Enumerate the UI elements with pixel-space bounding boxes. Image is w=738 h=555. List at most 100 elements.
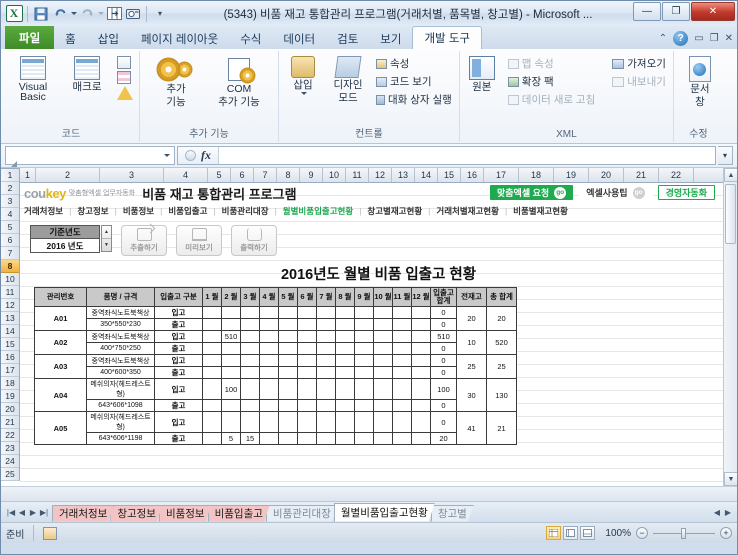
- column-header-19[interactable]: 19: [554, 168, 589, 182]
- vertical-scroll-thumb[interactable]: [725, 184, 736, 244]
- management-automation-button[interactable]: 경영자동화: [657, 185, 715, 200]
- column-header-11[interactable]: 11: [346, 168, 369, 182]
- record-macro-status-icon[interactable]: [43, 526, 58, 540]
- zoom-slider-knob[interactable]: [681, 527, 686, 539]
- row-header-5[interactable]: 5: [1, 221, 19, 234]
- nav-link-4[interactable]: 비품관리대장: [222, 205, 269, 217]
- column-header-3[interactable]: 3: [100, 168, 164, 182]
- view-code-button[interactable]: 코드 보기: [373, 73, 455, 90]
- row-header-2[interactable]: 2: [1, 182, 19, 195]
- row-header-16[interactable]: 16: [1, 351, 19, 364]
- row-header-24[interactable]: 24: [1, 455, 19, 468]
- row-header-7[interactable]: 7: [1, 247, 19, 260]
- base-year-selector[interactable]: 기준년도 2016 년도: [30, 225, 100, 253]
- cancel-formula-icon[interactable]: [185, 150, 196, 161]
- row-header-18[interactable]: 18: [1, 377, 19, 390]
- prev-sheet-icon[interactable]: ◀: [17, 508, 27, 517]
- nav-link-1[interactable]: 창고정보: [77, 205, 108, 217]
- tab-view[interactable]: 보기: [369, 28, 412, 49]
- tab-review[interactable]: 검토: [326, 28, 369, 49]
- sheet-tab-0[interactable]: 거래처정보: [52, 505, 114, 522]
- map-properties-button[interactable]: 맵 속성: [505, 55, 598, 72]
- com-add-ins-button[interactable]: COM 추가 기능: [210, 54, 268, 110]
- sheet-tab-2[interactable]: 비품정보: [159, 505, 212, 522]
- column-header-5[interactable]: 5: [208, 168, 231, 182]
- undo-icon[interactable]: [51, 5, 69, 23]
- row-header-25[interactable]: 25: [1, 468, 19, 481]
- column-header-14[interactable]: 14: [415, 168, 438, 182]
- document-panel-button[interactable]: 문서 창: [681, 54, 719, 110]
- expansion-packs-button[interactable]: 확장 팩: [505, 73, 598, 90]
- record-macro-icon[interactable]: [117, 56, 131, 69]
- last-sheet-icon[interactable]: ▶|: [39, 508, 49, 517]
- extract-button[interactable]: 추출하기: [121, 223, 167, 256]
- column-header-1[interactable]: 1: [20, 168, 36, 182]
- tab-file[interactable]: 파일: [5, 26, 55, 49]
- insert-control-button[interactable]: 삽입: [283, 54, 323, 97]
- column-header-16[interactable]: 16: [461, 168, 484, 182]
- nav-link-3[interactable]: 비품입출고: [168, 205, 207, 217]
- zoom-in-button[interactable]: +: [720, 527, 732, 539]
- row-header-19[interactable]: 19: [1, 390, 19, 403]
- page-break-preview-icon[interactable]: [580, 526, 596, 540]
- column-header-2[interactable]: 2: [36, 168, 100, 182]
- tab-scroll-right-icon[interactable]: ▶: [723, 508, 733, 517]
- column-header-12[interactable]: 12: [369, 168, 392, 182]
- zoom-slider[interactable]: [653, 527, 715, 539]
- redo-icon[interactable]: [78, 5, 96, 23]
- sheet-tab-4[interactable]: 비품관리대장: [266, 505, 338, 522]
- tab-page-layout[interactable]: 페이지 레이아웃: [130, 28, 229, 49]
- row-header-14[interactable]: 14: [1, 325, 19, 338]
- tab-home[interactable]: 홈: [54, 28, 87, 49]
- properties-button[interactable]: 속성: [373, 55, 455, 72]
- spinner-down-icon[interactable]: ▼: [102, 239, 111, 251]
- maximize-button[interactable]: ❐: [662, 2, 690, 21]
- save-icon[interactable]: [32, 5, 50, 23]
- relative-reference-icon[interactable]: [117, 71, 131, 84]
- export-button[interactable]: 내보내기: [609, 73, 669, 90]
- row-header-23[interactable]: 23: [1, 442, 19, 455]
- insert-function-icon[interactable]: fx: [201, 148, 211, 163]
- add-ins-button[interactable]: 추가 기능: [150, 54, 202, 110]
- column-header-21[interactable]: 21: [624, 168, 659, 182]
- zoom-control[interactable]: 100% − +: [605, 527, 732, 539]
- insert-dropdown-icon[interactable]: [300, 92, 307, 95]
- column-header-9[interactable]: 9: [300, 168, 323, 182]
- window-restore-icon[interactable]: ❐: [710, 33, 719, 44]
- close-button[interactable]: ✕: [691, 2, 735, 21]
- expand-formula-bar-icon[interactable]: ▾: [718, 146, 733, 165]
- xml-source-button[interactable]: 원본: [464, 54, 500, 95]
- row-header-8[interactable]: 8: [1, 260, 19, 273]
- nav-link-8[interactable]: 비품별재고현황: [513, 205, 568, 217]
- nav-link-7[interactable]: 거래처별재고현황: [436, 205, 499, 217]
- column-header-8[interactable]: 8: [277, 168, 300, 182]
- redo-dropdown-icon[interactable]: [98, 12, 104, 15]
- help-icon[interactable]: ?: [673, 31, 689, 46]
- minimize-button[interactable]: —: [633, 2, 661, 21]
- scroll-down-button[interactable]: ▼: [724, 472, 737, 486]
- row-header-17[interactable]: 17: [1, 364, 19, 377]
- restore-down-icon[interactable]: ▭: [694, 33, 703, 44]
- normal-view-icon[interactable]: [546, 526, 562, 540]
- base-year-value[interactable]: 2016 년도: [31, 239, 99, 252]
- excel-tips-button[interactable]: 엑셀사용팁 go: [578, 185, 653, 200]
- preview-button[interactable]: 미리보기: [176, 225, 222, 256]
- year-spinner[interactable]: ▲ ▼: [101, 225, 112, 252]
- sheet-tab-6[interactable]: 창고별: [431, 505, 474, 522]
- name-box[interactable]: [5, 146, 175, 165]
- first-sheet-icon[interactable]: |◀: [6, 508, 16, 517]
- row-header-15[interactable]: 15: [1, 338, 19, 351]
- design-mode-button[interactable]: 디자인 모드: [327, 54, 369, 106]
- sheet-tab-5[interactable]: 월별비품입출고현황: [334, 503, 435, 522]
- row-header-13[interactable]: 13: [1, 312, 19, 325]
- row-header-10[interactable]: 10: [1, 273, 19, 286]
- column-header-6[interactable]: 6: [231, 168, 254, 182]
- row-header-21[interactable]: 21: [1, 416, 19, 429]
- column-header-7[interactable]: 7: [254, 168, 277, 182]
- qat-more-icon[interactable]: ▾: [151, 5, 169, 23]
- row-header-20[interactable]: 20: [1, 403, 19, 416]
- nav-link-0[interactable]: 거래처정보: [24, 205, 63, 217]
- formula-input-wrap[interactable]: fx: [177, 146, 716, 165]
- vertical-scrollbar[interactable]: ▲ ▼: [723, 168, 737, 486]
- column-header-13[interactable]: 13: [392, 168, 415, 182]
